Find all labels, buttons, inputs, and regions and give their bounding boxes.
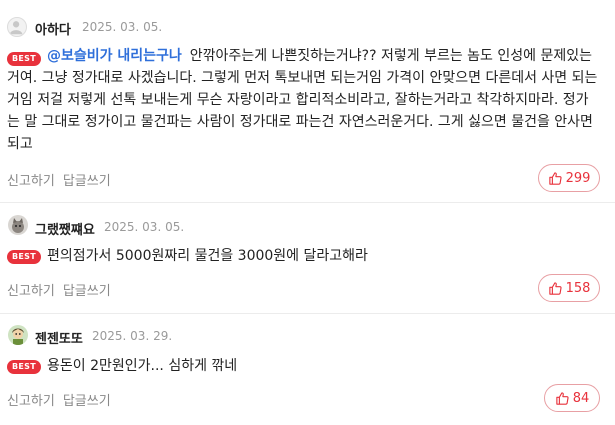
reply-button[interactable]: 답글쓰기: [63, 394, 111, 409]
character-avatar-icon[interactable]: [8, 325, 28, 345]
comment-username[interactable]: 아하다: [35, 19, 71, 38]
like-button[interactable]: 84: [544, 384, 600, 412]
comment-item: 젠젠또또 2025. 03. 29. BEST 용돈이 2만원인가... 심하게…: [0, 314, 615, 425]
reply-button[interactable]: 답글쓰기: [63, 174, 111, 189]
comment-text: 용돈이 2만원인가... 심하게 깎네: [7, 355, 599, 377]
thumbs-up-icon: [548, 171, 562, 185]
comment-item: 아하다 2025. 03. 05. BEST @보슬비가 내리는구나 안깎아주는게…: [0, 0, 615, 202]
comment-body: 편의점가서 5000원짜리 물건을 3000원에 달라고해라: [47, 248, 368, 264]
comment-actions: 신고하기 답글쓰기: [7, 280, 111, 299]
like-count: 84: [572, 390, 590, 406]
comment-item: 그랬쨌쨰요 2025. 03. 05. BEST 편의점가서 5000원짜리 물…: [0, 203, 615, 313]
thumbs-up-icon: [556, 391, 569, 405]
like-button[interactable]: 158: [538, 274, 600, 302]
comment-text: @보슬비가 내리는구나 안깎아주는게 나쁜짓하는거냐?? 저렇게 부르는 놈도 인…: [7, 45, 599, 155]
default-user-icon[interactable]: [7, 17, 27, 37]
thumbs-up-icon: [548, 281, 562, 295]
comment-body: 용돈이 2만원인가... 심하게 깎네: [47, 358, 238, 374]
comment-username[interactable]: 그랬쨌쨰요: [35, 219, 95, 238]
comment-date: 2025. 03. 05.: [104, 220, 185, 234]
like-count: 299: [565, 170, 591, 186]
report-button[interactable]: 신고하기: [7, 174, 55, 189]
report-button[interactable]: 신고하기: [7, 394, 55, 409]
like-button[interactable]: 299: [538, 164, 600, 192]
comment-date: 2025. 03. 05.: [82, 20, 163, 34]
reply-button[interactable]: 답글쓰기: [63, 284, 111, 299]
comment-text: 편의점가서 5000원짜리 물건을 3000원에 달라고해라: [7, 245, 599, 267]
mention-link[interactable]: @보슬비가 내리는구나: [47, 48, 182, 64]
cat-avatar-icon[interactable]: [8, 215, 28, 235]
comment-actions: 신고하기 답글쓰기: [7, 390, 111, 409]
like-count: 158: [565, 280, 591, 296]
report-button[interactable]: 신고하기: [7, 284, 55, 299]
comment-username[interactable]: 젠젠또또: [35, 328, 83, 347]
comment-date: 2025. 03. 29.: [92, 329, 173, 343]
comment-actions: 신고하기 답글쓰기: [7, 170, 111, 189]
